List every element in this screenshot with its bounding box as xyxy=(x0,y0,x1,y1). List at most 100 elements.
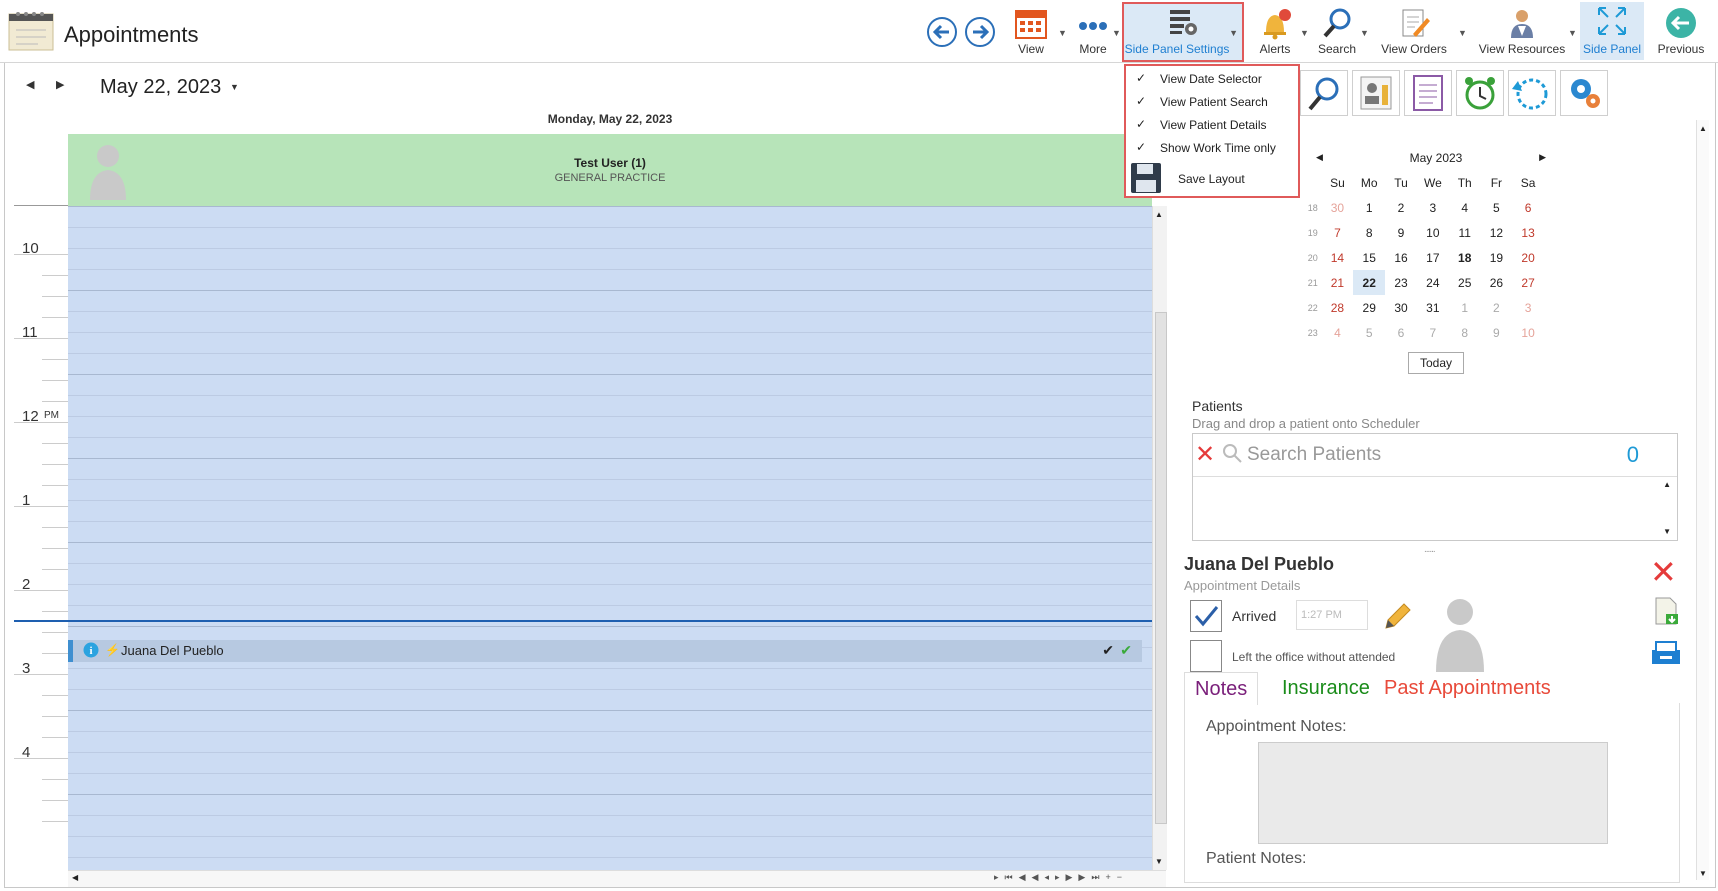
view-resources-button[interactable]: View Resources xyxy=(1472,4,1572,60)
archive-box-icon[interactable] xyxy=(1650,638,1682,666)
scroll-thumb[interactable] xyxy=(1155,312,1167,824)
alerts-dropdown-caret[interactable]: ▼ xyxy=(1300,28,1309,38)
calendar-day[interactable]: 8 xyxy=(1353,220,1385,245)
arrived-time-field[interactable]: 1:27 PM xyxy=(1296,600,1368,630)
calendar-day[interactable]: 13 xyxy=(1512,220,1544,245)
calendar-day[interactable]: 31 xyxy=(1417,295,1449,320)
cancel-appointment-icon[interactable]: ✕ xyxy=(1650,556,1677,588)
side-panel-scrollbar[interactable]: ▲ ▼ xyxy=(1696,120,1709,880)
calendar-day[interactable]: 1 xyxy=(1449,295,1481,320)
side-panel-button[interactable]: Side Panel xyxy=(1580,2,1644,60)
search-panel-icon[interactable] xyxy=(1300,70,1348,116)
current-date-label[interactable]: May 22, 2023 xyxy=(100,76,221,99)
refresh-icon[interactable] xyxy=(1508,70,1556,116)
more-button[interactable]: More xyxy=(1068,4,1118,60)
tab-insurance[interactable]: Insurance xyxy=(1272,672,1380,704)
calendar-day[interactable]: 28 xyxy=(1322,295,1354,320)
arrived-checkbox[interactable] xyxy=(1190,600,1222,632)
calendar-day[interactable]: 20 xyxy=(1512,245,1544,270)
calendar-day[interactable]: 27 xyxy=(1512,270,1544,295)
calendar-day[interactable]: 16 xyxy=(1385,245,1417,270)
side-scroll-up[interactable]: ▲ xyxy=(1699,124,1707,133)
calendar-day[interactable]: 3 xyxy=(1417,195,1449,220)
calendar-day[interactable]: 10 xyxy=(1512,320,1544,345)
settings-gears-icon[interactable] xyxy=(1560,70,1608,116)
calendar-day[interactable]: 7 xyxy=(1417,320,1449,345)
clear-search-icon[interactable]: ✕ xyxy=(1195,440,1215,469)
view-orders-button[interactable]: View Orders xyxy=(1374,4,1454,60)
scroll-up-arrow[interactable]: ▲ xyxy=(1155,210,1163,219)
calendar-day[interactable]: 8 xyxy=(1449,320,1481,345)
calendar-day[interactable]: 3 xyxy=(1512,295,1544,320)
calendar-day[interactable]: 14 xyxy=(1322,245,1354,270)
view-dropdown-caret[interactable]: ▼ xyxy=(1058,28,1067,38)
calendar-day[interactable]: 21 xyxy=(1322,270,1354,295)
scheduler-vertical-scrollbar[interactable]: ▲ ▼ xyxy=(1152,206,1167,870)
calendar-day[interactable]: 9 xyxy=(1481,320,1513,345)
search-dropdown-caret[interactable]: ▼ xyxy=(1360,28,1369,38)
patient-list-scroll-down[interactable]: ▼ xyxy=(1663,527,1671,536)
search-button[interactable]: Search xyxy=(1310,4,1364,60)
appointment-notes-field[interactable] xyxy=(1258,742,1608,844)
today-button[interactable]: Today xyxy=(1408,352,1464,374)
tab-notes[interactable]: Notes xyxy=(1184,672,1259,705)
calendar-day[interactable]: 23 xyxy=(1385,270,1417,295)
more-dropdown-caret[interactable]: ▼ xyxy=(1112,28,1121,38)
calendar-day[interactable]: 22 xyxy=(1353,270,1386,295)
alarm-clock-icon[interactable] xyxy=(1456,70,1504,116)
calendar-day[interactable]: 2 xyxy=(1385,195,1417,220)
scroll-left-arrow[interactable]: ◀ xyxy=(72,873,78,882)
scroll-down-arrow[interactable]: ▼ xyxy=(1155,857,1163,866)
calendar-day[interactable]: 15 xyxy=(1353,245,1385,270)
calendar-day[interactable]: 18 xyxy=(1449,245,1481,270)
calendar-day[interactable]: 25 xyxy=(1449,270,1481,295)
tab-past-appointments[interactable]: Past Appointments xyxy=(1374,672,1561,704)
scheduler-horizontal-scrollbar[interactable]: ◀ ▸⏮◀◀◂▸▶▶⏭+− xyxy=(68,870,1166,887)
date-dropdown-caret[interactable]: ▼ xyxy=(230,82,239,92)
clipboard-list-icon[interactable] xyxy=(1404,70,1452,116)
edit-pencil-icon[interactable] xyxy=(1380,598,1412,632)
calendar-day[interactable]: 26 xyxy=(1481,270,1513,295)
calendar-day[interactable]: 4 xyxy=(1322,320,1354,345)
calendar-day[interactable]: 4 xyxy=(1449,195,1481,220)
calendar-day[interactable]: 6 xyxy=(1512,195,1544,220)
back-arrow-button[interactable] xyxy=(926,16,958,48)
view-resources-dropdown-caret[interactable]: ▼ xyxy=(1568,28,1577,38)
patient-card-icon[interactable] xyxy=(1352,70,1400,116)
document-download-icon[interactable] xyxy=(1652,596,1680,626)
previous-button[interactable]: Previous xyxy=(1650,4,1712,60)
menu-item-view-patient-search[interactable]: ✓ View Patient Search xyxy=(1126,91,1298,113)
view-button[interactable]: View xyxy=(1006,4,1056,60)
calendar-day[interactable]: 24 xyxy=(1417,270,1449,295)
calendar-day[interactable]: 10 xyxy=(1417,220,1449,245)
schedule-grid[interactable] xyxy=(68,206,1152,870)
alerts-button[interactable]: Alerts xyxy=(1248,4,1302,60)
splitter-grip[interactable]: ...... xyxy=(1424,544,1436,555)
calendar-day[interactable]: 1 xyxy=(1353,195,1385,220)
calendar-day[interactable]: 11 xyxy=(1449,220,1481,245)
next-date-button[interactable]: ▶ xyxy=(56,78,64,91)
patient-search-input[interactable]: Search Patients xyxy=(1247,444,1381,466)
calendar-day[interactable]: 19 xyxy=(1481,245,1513,270)
calendar-day[interactable]: 29 xyxy=(1353,295,1385,320)
scheduler-nav-controls[interactable]: ▸⏮◀◀◂▸▶▶⏭+− xyxy=(994,872,1128,883)
left-without-attended-checkbox[interactable] xyxy=(1190,640,1222,672)
calendar-day[interactable]: 2 xyxy=(1481,295,1513,320)
calendar-day[interactable]: 9 xyxy=(1385,220,1417,245)
menu-item-save-layout[interactable]: Save Layout xyxy=(1126,162,1298,196)
calendar-day[interactable]: 30 xyxy=(1322,195,1354,220)
patient-list-scroll-up[interactable]: ▲ xyxy=(1663,480,1671,489)
appointment-block[interactable]: i ⚡ Juana Del Pueblo ✔ ✔ xyxy=(68,640,1142,662)
info-icon[interactable]: i xyxy=(83,642,99,658)
side-scroll-down[interactable]: ▼ xyxy=(1699,869,1707,878)
calendar-day[interactable]: 12 xyxy=(1481,220,1513,245)
forward-arrow-button[interactable] xyxy=(964,16,996,48)
menu-item-view-date-selector[interactable]: ✓ View Date Selector xyxy=(1126,68,1298,90)
menu-item-view-patient-details[interactable]: ✓ View Patient Details xyxy=(1126,114,1298,136)
prev-date-button[interactable]: ◀ xyxy=(26,78,34,91)
calendar-day[interactable]: 7 xyxy=(1322,220,1354,245)
calendar-day[interactable]: 5 xyxy=(1481,195,1513,220)
calendar-day[interactable]: 17 xyxy=(1417,245,1449,270)
calendar-day[interactable]: 6 xyxy=(1385,320,1417,345)
calendar-day[interactable]: 30 xyxy=(1385,295,1417,320)
